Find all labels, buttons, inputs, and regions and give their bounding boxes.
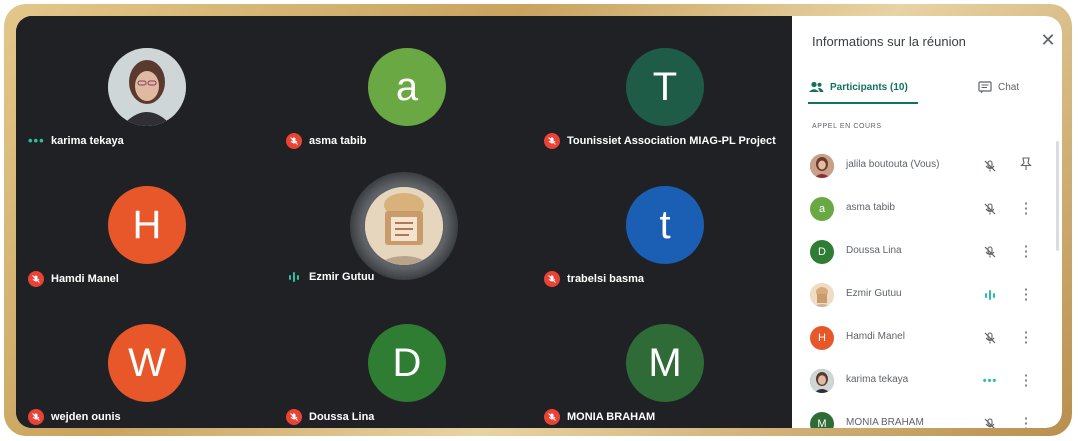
participant-tile[interactable]: M MONIA BRAHAM bbox=[532, 292, 790, 428]
avatar-photo bbox=[365, 187, 443, 265]
section-label: APPEL EN COURS bbox=[812, 123, 882, 130]
more-vert-icon[interactable]: ⋮ bbox=[1018, 372, 1034, 390]
mic-off-icon[interactable] bbox=[982, 416, 998, 428]
mic-off-icon bbox=[544, 409, 560, 425]
person-photo-icon bbox=[810, 369, 834, 393]
participant-tile[interactable]: H Hamdi Manel bbox=[16, 154, 274, 292]
tab-chat-label: Chat bbox=[998, 81, 1020, 93]
participant-name: asma tabib bbox=[309, 135, 367, 147]
participant-tile[interactable]: T Tounissiet Association MIAG-PL Project bbox=[532, 16, 790, 154]
active-tab-indicator bbox=[808, 102, 918, 104]
close-icon[interactable]: ✕ bbox=[1040, 31, 1056, 49]
participant-name: Doussa Lina bbox=[846, 245, 902, 256]
mic-off-icon bbox=[544, 133, 560, 149]
participant-tile[interactable]: a asma tabib bbox=[274, 16, 532, 154]
more-vert-icon[interactable]: ⋮ bbox=[1018, 329, 1034, 347]
chat-icon bbox=[978, 80, 992, 93]
person-photo-icon bbox=[810, 283, 834, 307]
avatar-letter: D bbox=[810, 240, 834, 264]
mic-off-icon bbox=[28, 409, 44, 425]
more-vert-icon[interactable]: ⋮ bbox=[1018, 286, 1034, 304]
avatar-letter: M bbox=[810, 412, 834, 428]
mic-off-icon[interactable] bbox=[982, 330, 998, 346]
panel-tabs: Participants (10) Chat bbox=[792, 72, 1062, 104]
participant-name: karima tekaya bbox=[51, 134, 124, 147]
participant-name: MONIA BRAHAM bbox=[846, 417, 924, 428]
list-item[interactable]: a asma tabib ⋮ bbox=[792, 189, 1062, 229]
mic-off-icon bbox=[286, 409, 302, 425]
list-item[interactable]: H Hamdi Manel ⋮ bbox=[792, 318, 1062, 358]
avatar-letter: a bbox=[810, 197, 834, 221]
participant-name: trabelsi basma bbox=[567, 273, 645, 285]
speaking-dots-icon: ••• bbox=[982, 375, 998, 387]
tab-participants-label: Participants (10) bbox=[830, 81, 908, 93]
pin-icon[interactable] bbox=[1018, 157, 1034, 175]
participant-tile[interactable]: W wejden ounis bbox=[16, 292, 274, 428]
avatar-letter: W bbox=[108, 324, 186, 402]
person-photo-icon bbox=[108, 48, 186, 126]
meeting-window: ••• karima tekaya a asma tabib T Touniss… bbox=[16, 16, 1062, 428]
list-item[interactable]: Ezmir Gutuu ⋮ bbox=[792, 275, 1062, 315]
meeting-info-panel: Informations sur la réunion ✕ Participan… bbox=[792, 16, 1062, 428]
participant-tile[interactable]: ••• karima tekaya bbox=[16, 16, 274, 154]
participant-tile[interactable]: Ezmir Gutuu bbox=[274, 154, 532, 292]
participant-name: wejden ounis bbox=[51, 411, 121, 423]
list-item[interactable]: jalila boutouta (Vous) bbox=[792, 146, 1062, 186]
list-item[interactable]: M MONIA BRAHAM ⋮ bbox=[792, 404, 1062, 428]
scrollbar[interactable] bbox=[1056, 141, 1059, 251]
more-vert-icon[interactable]: ⋮ bbox=[1018, 243, 1034, 261]
audio-wave-icon bbox=[982, 287, 998, 303]
more-vert-icon[interactable]: ⋮ bbox=[1018, 415, 1034, 428]
participant-name: asma tabib bbox=[846, 202, 895, 213]
mic-off-icon bbox=[544, 271, 560, 287]
participant-tile[interactable]: D Doussa Lina bbox=[274, 292, 532, 428]
list-item[interactable]: D Doussa Lina ⋮ bbox=[792, 232, 1062, 272]
person-photo-icon bbox=[365, 187, 443, 265]
speaking-dots-icon: ••• bbox=[28, 133, 45, 148]
person-photo-icon bbox=[810, 154, 834, 178]
avatar-letter: D bbox=[368, 324, 446, 402]
participant-tile[interactable]: t trabelsi basma bbox=[532, 154, 790, 292]
avatar-letter: T bbox=[626, 48, 704, 126]
participant-name: Ezmir Gutuu bbox=[309, 271, 375, 283]
mic-off-icon bbox=[286, 133, 302, 149]
avatar-letter: M bbox=[626, 324, 704, 402]
participant-name: jalila boutouta (Vous) bbox=[846, 159, 940, 170]
mic-off-icon bbox=[28, 271, 44, 287]
mic-off-icon[interactable] bbox=[982, 201, 998, 217]
mic-off-icon[interactable] bbox=[982, 158, 998, 174]
more-vert-icon[interactable]: ⋮ bbox=[1018, 200, 1034, 218]
tab-chat[interactable]: Chat bbox=[978, 72, 1019, 102]
avatar-photo bbox=[108, 48, 186, 126]
panel-title: Informations sur la réunion bbox=[812, 34, 966, 49]
avatar-letter: a bbox=[368, 48, 446, 126]
participant-name: karima tekaya bbox=[846, 374, 909, 385]
avatar-letter: H bbox=[810, 326, 834, 350]
tab-participants[interactable]: Participants (10) bbox=[808, 72, 908, 102]
avatar-photo bbox=[810, 283, 834, 307]
avatar-letter: t bbox=[626, 186, 704, 264]
participant-name: Tounissiet Association MIAG-PL Project bbox=[567, 135, 776, 147]
participant-name: Doussa Lina bbox=[309, 411, 375, 423]
list-item[interactable]: karima tekaya ••• ⋮ bbox=[792, 361, 1062, 401]
participant-name: Hamdi Manel bbox=[51, 273, 119, 285]
participant-grid: ••• karima tekaya a asma tabib T Touniss… bbox=[16, 16, 792, 428]
audio-wave-icon bbox=[286, 272, 302, 282]
participant-name: MONIA BRAHAM bbox=[567, 411, 656, 423]
avatar-letter: H bbox=[108, 186, 186, 264]
avatar-photo bbox=[810, 154, 834, 178]
mic-off-icon[interactable] bbox=[982, 244, 998, 260]
people-icon bbox=[809, 81, 824, 92]
participant-name: Hamdi Manel bbox=[846, 331, 905, 342]
participant-name: Ezmir Gutuu bbox=[846, 288, 902, 299]
avatar-photo bbox=[810, 369, 834, 393]
